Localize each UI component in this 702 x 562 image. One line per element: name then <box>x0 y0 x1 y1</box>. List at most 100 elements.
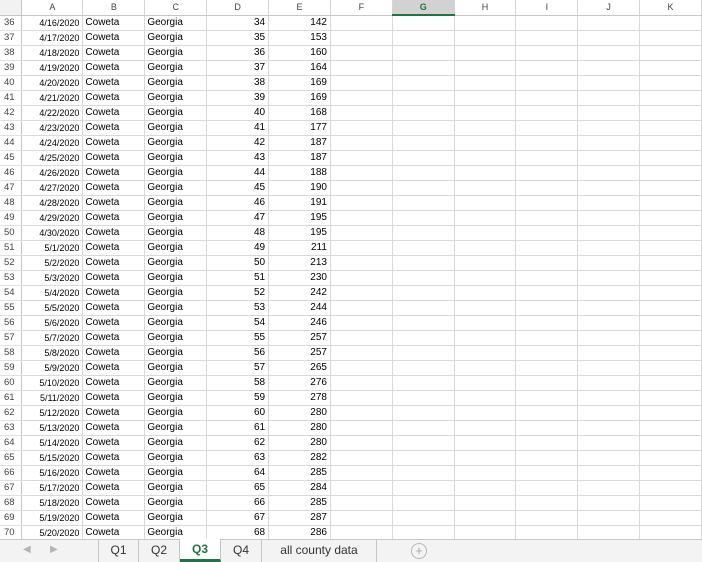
empty-cell[interactable] <box>515 150 579 166</box>
cell-date[interactable]: 4/27/2020 <box>21 180 84 196</box>
cell-day[interactable]: 64 <box>206 465 270 481</box>
cell-cases[interactable]: 257 <box>268 330 331 346</box>
cell-date[interactable]: 5/7/2020 <box>21 330 84 346</box>
cell-day[interactable]: 38 <box>206 75 270 91</box>
cell-county[interactable]: Coweta <box>82 495 146 511</box>
empty-cell[interactable] <box>454 495 517 511</box>
empty-cell[interactable] <box>577 525 641 539</box>
cell-cases[interactable]: 280 <box>268 435 331 451</box>
sheet-tab-q4[interactable]: Q4 <box>221 540 262 562</box>
empty-cell[interactable] <box>577 375 641 391</box>
empty-cell[interactable] <box>577 360 641 376</box>
row-header[interactable]: 41 <box>0 90 23 106</box>
cell-state[interactable]: Georgia <box>144 375 208 391</box>
empty-cell[interactable] <box>639 75 702 91</box>
empty-cell[interactable] <box>577 300 641 316</box>
empty-cell[interactable] <box>639 165 702 181</box>
empty-cell[interactable] <box>330 435 393 451</box>
cell-county[interactable]: Coweta <box>82 270 146 286</box>
cell-cases[interactable]: 177 <box>268 120 331 136</box>
empty-cell[interactable] <box>330 360 393 376</box>
empty-cell[interactable] <box>577 465 641 481</box>
row-header[interactable]: 51 <box>0 240 23 256</box>
empty-cell[interactable] <box>454 30 517 46</box>
empty-cell[interactable] <box>392 210 455 226</box>
cell-state[interactable]: Georgia <box>144 420 208 436</box>
empty-cell[interactable] <box>330 60 393 76</box>
empty-cell[interactable] <box>515 120 579 136</box>
row-header[interactable]: 70 <box>0 525 23 539</box>
empty-cell[interactable] <box>577 405 641 421</box>
empty-cell[interactable] <box>515 195 579 211</box>
cell-date[interactable]: 5/10/2020 <box>21 375 84 391</box>
column-header-g[interactable]: G <box>392 0 455 16</box>
empty-cell[interactable] <box>330 480 393 496</box>
row-header[interactable]: 54 <box>0 285 23 301</box>
empty-cell[interactable] <box>515 300 579 316</box>
empty-cell[interactable] <box>392 255 455 271</box>
cell-state[interactable]: Georgia <box>144 360 208 376</box>
cell-date[interactable]: 4/30/2020 <box>21 225 84 241</box>
column-header-b[interactable]: B <box>82 0 146 16</box>
empty-cell[interactable] <box>577 345 641 361</box>
cell-date[interactable]: 4/23/2020 <box>21 120 84 136</box>
cell-state[interactable]: Georgia <box>144 450 208 466</box>
cell-state[interactable]: Georgia <box>144 285 208 301</box>
empty-cell[interactable] <box>330 255 393 271</box>
column-header-f[interactable]: F <box>330 0 393 16</box>
cell-date[interactable]: 4/17/2020 <box>21 30 84 46</box>
empty-cell[interactable] <box>515 405 579 421</box>
empty-cell[interactable] <box>454 255 517 271</box>
empty-cell[interactable] <box>577 195 641 211</box>
cell-cases[interactable]: 286 <box>268 525 331 539</box>
empty-cell[interactable] <box>330 315 393 331</box>
empty-cell[interactable] <box>515 210 579 226</box>
empty-cell[interactable] <box>330 270 393 286</box>
empty-cell[interactable] <box>330 285 393 301</box>
empty-cell[interactable] <box>515 30 579 46</box>
row-header[interactable]: 66 <box>0 465 23 481</box>
empty-cell[interactable] <box>639 345 702 361</box>
row-header[interactable]: 39 <box>0 60 23 76</box>
cell-county[interactable]: Coweta <box>82 525 146 539</box>
empty-cell[interactable] <box>577 225 641 241</box>
cell-day[interactable]: 50 <box>206 255 270 271</box>
cell-county[interactable]: Coweta <box>82 285 146 301</box>
cell-date[interactable]: 5/17/2020 <box>21 480 84 496</box>
cell-county[interactable]: Coweta <box>82 30 146 46</box>
cell-cases[interactable]: 187 <box>268 135 331 151</box>
empty-cell[interactable] <box>639 225 702 241</box>
empty-cell[interactable] <box>392 15 455 31</box>
cell-state[interactable]: Georgia <box>144 120 208 136</box>
empty-cell[interactable] <box>454 375 517 391</box>
cell-state[interactable]: Georgia <box>144 465 208 481</box>
cell-cases[interactable]: 244 <box>268 300 331 316</box>
cell-county[interactable]: Coweta <box>82 60 146 76</box>
empty-cell[interactable] <box>330 180 393 196</box>
empty-cell[interactable] <box>639 60 702 76</box>
empty-cell[interactable] <box>392 225 455 241</box>
cell-day[interactable]: 40 <box>206 105 270 121</box>
cell-cases[interactable]: 230 <box>268 270 331 286</box>
cell-county[interactable]: Coweta <box>82 300 146 316</box>
cell-cases[interactable]: 191 <box>268 195 331 211</box>
cell-cases[interactable]: 160 <box>268 45 331 61</box>
empty-cell[interactable] <box>392 120 455 136</box>
empty-cell[interactable] <box>330 195 393 211</box>
cell-cases[interactable]: 278 <box>268 390 331 406</box>
cell-state[interactable]: Georgia <box>144 330 208 346</box>
cell-cases[interactable]: 285 <box>268 495 331 511</box>
empty-cell[interactable] <box>515 360 579 376</box>
cell-county[interactable]: Coweta <box>82 480 146 496</box>
cell-state[interactable]: Georgia <box>144 135 208 151</box>
empty-cell[interactable] <box>639 360 702 376</box>
sheet-tab-all-county-data[interactable]: all county data <box>262 540 377 562</box>
empty-cell[interactable] <box>577 330 641 346</box>
row-header[interactable]: 37 <box>0 30 23 46</box>
cell-state[interactable]: Georgia <box>144 495 208 511</box>
cell-state[interactable]: Georgia <box>144 435 208 451</box>
empty-cell[interactable] <box>577 495 641 511</box>
cell-date[interactable]: 5/8/2020 <box>21 345 84 361</box>
empty-cell[interactable] <box>639 120 702 136</box>
empty-cell[interactable] <box>330 30 393 46</box>
